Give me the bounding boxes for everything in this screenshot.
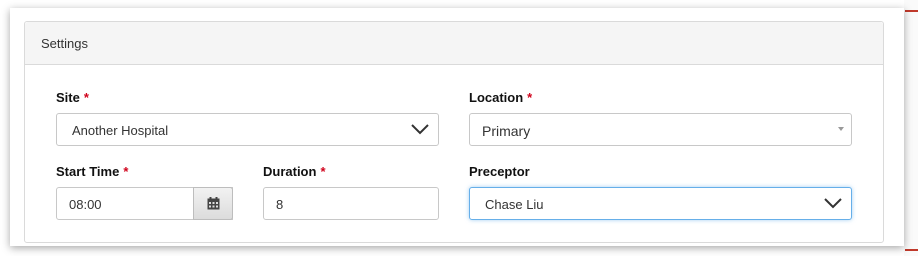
caret-down-icon xyxy=(838,127,844,131)
chevron-down-icon xyxy=(824,198,842,209)
panel-title: Settings xyxy=(41,36,88,51)
required-mark: * xyxy=(320,164,326,179)
location-label: Location * xyxy=(469,90,532,105)
site-label-text: Site xyxy=(56,90,80,105)
duration-value: 8 xyxy=(276,197,284,212)
calendar-button[interactable] xyxy=(193,187,233,220)
duration-input[interactable]: 8 xyxy=(263,187,439,220)
site-label: Site * xyxy=(56,90,89,105)
location-select[interactable]: Primary xyxy=(469,113,852,146)
location-label-text: Location xyxy=(469,90,524,105)
start-time-input[interactable]: 08:00 xyxy=(56,187,233,220)
required-mark: * xyxy=(83,90,89,105)
start-time-label-text: Start Time xyxy=(56,164,120,179)
site-select[interactable]: Another Hospital xyxy=(56,113,439,146)
location-select-value: Primary xyxy=(482,123,531,139)
required-mark: * xyxy=(527,90,533,105)
preceptor-label-text: Preceptor xyxy=(469,164,530,179)
site-select-value: Another Hospital xyxy=(72,123,169,138)
settings-panel: Settings Site * Another Hospital Location… xyxy=(24,21,884,243)
calendar-icon xyxy=(207,197,220,210)
background-accent-line xyxy=(905,249,918,251)
preceptor-label: Preceptor xyxy=(469,164,530,179)
preceptor-select[interactable]: Chase Liu xyxy=(469,187,852,220)
preceptor-select-value: Chase Liu xyxy=(485,197,544,212)
background-accent-line xyxy=(905,10,918,12)
panel-header: Settings xyxy=(25,22,883,65)
duration-label-text: Duration xyxy=(263,164,317,179)
start-time-label: Start Time * xyxy=(56,164,128,179)
modal-dialog: Settings Site * Another Hospital Location… xyxy=(10,8,904,246)
start-time-value: 08:00 xyxy=(69,197,102,212)
duration-label: Duration * xyxy=(263,164,326,179)
required-mark: * xyxy=(123,164,129,179)
background-page-edge xyxy=(904,0,918,256)
chevron-down-icon xyxy=(411,124,429,135)
